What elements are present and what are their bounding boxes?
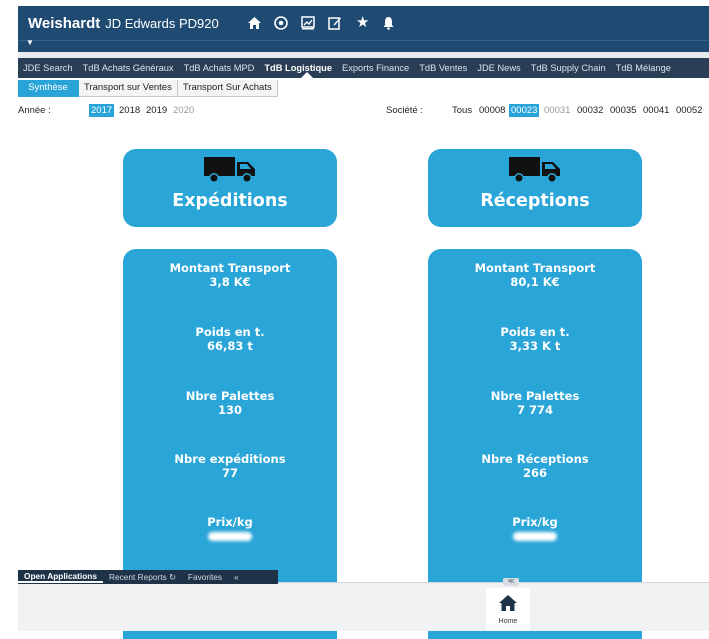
societe-chip-00035[interactable]: 00035 xyxy=(608,104,638,117)
receptions-title: Réceptions xyxy=(480,191,590,211)
header-icons: ★ xyxy=(247,15,398,31)
metric-label: Nbre Palettes xyxy=(490,389,580,403)
expeditions-header-card: Expéditions xyxy=(123,149,337,227)
bottom-dock xyxy=(18,582,709,631)
year-chip-2017[interactable]: 2017 xyxy=(89,104,115,117)
societe-chip-00023[interactable]: 00023 xyxy=(509,104,540,117)
filter-row: Année : 2017 2018 2019 2020 Société : To… xyxy=(18,104,709,118)
metric-poids: Poids en t. 3,33 K t xyxy=(428,325,642,353)
edit-icon[interactable] xyxy=(327,16,344,30)
product-name: JD Edwards PD920 xyxy=(105,15,219,31)
nav-tab-ventes[interactable]: TdB Ventes xyxy=(414,63,472,73)
truck-icon xyxy=(509,157,560,183)
top-header: Weishardt JD Edwards PD920 ★ xyxy=(18,6,709,40)
metric-nbre-expeditions: Nbre expéditions 77 xyxy=(123,452,337,480)
metric-label: Prix/kg xyxy=(512,515,558,529)
metric-value: 130 xyxy=(217,403,242,417)
tab-open-applications[interactable]: Open Applications xyxy=(18,571,103,583)
redacted-value xyxy=(208,532,252,541)
metric-label: Poids en t. xyxy=(195,325,265,339)
societe-chip-00008[interactable]: 00008 xyxy=(477,104,507,117)
receptions-metrics-card: Montant Transport 80,1 K€ Poids en t. 3,… xyxy=(428,249,642,639)
societe-chip-tous[interactable]: Tous xyxy=(450,104,474,117)
societe-chip-00041[interactable]: 00041 xyxy=(641,104,671,117)
home-tile[interactable]: Home xyxy=(486,588,530,630)
metric-prix-kg: Prix/kg xyxy=(123,515,337,541)
metric-label: Nbre expéditions xyxy=(174,452,286,466)
redacted-value xyxy=(513,532,557,541)
societe-chip-00032[interactable]: 00032 xyxy=(575,104,605,117)
metric-value: 266 xyxy=(522,466,547,480)
nav-tab-supply-chain[interactable]: TdB Supply Chain xyxy=(526,63,611,73)
nav-tab-jde-search[interactable]: JDE Search xyxy=(18,63,78,73)
collapse-menu-bar[interactable]: ▼ xyxy=(18,38,709,52)
chart-icon[interactable] xyxy=(300,16,317,30)
clock-icon[interactable] xyxy=(273,16,290,30)
bottom-tabs: Open Applications Recent Reports ↻ Favor… xyxy=(18,570,278,584)
metric-label: Montant Transport xyxy=(169,261,291,275)
collapse-panel-button[interactable]: « xyxy=(228,572,245,582)
metric-label: Prix/kg xyxy=(207,515,253,529)
nav-tab-exports-finance[interactable]: Exports Finance xyxy=(337,63,414,73)
brand-logo[interactable]: Weishardt xyxy=(28,15,100,32)
societe-chip-00052[interactable]: 00052 xyxy=(674,104,704,117)
tab-favorites[interactable]: Favorites xyxy=(182,572,228,582)
home-icon[interactable] xyxy=(247,16,263,30)
metric-prix-kg: Prix/kg xyxy=(428,515,642,541)
year-chip-2018[interactable]: 2018 xyxy=(117,104,142,117)
metric-palettes: Nbre Palettes 7 774 xyxy=(428,389,642,417)
truck-icon xyxy=(204,157,255,183)
metric-value: 80,1 K€ xyxy=(510,275,560,289)
metric-montant-transport: Montant Transport 80,1 K€ xyxy=(428,261,642,289)
metric-poids: Poids en t. 66,83 t xyxy=(123,325,337,353)
nav-tab-achats-mpd[interactable]: TdB Achats MPD xyxy=(179,63,260,73)
nav-tab-melange[interactable]: TdB Mélange xyxy=(611,63,676,73)
nav-tab-achats-generaux[interactable]: TdB Achats Généraux xyxy=(78,63,179,73)
metric-label: Nbre Palettes xyxy=(185,389,275,403)
expeditions-title: Expéditions xyxy=(172,191,288,211)
subtab-synthese[interactable]: Synthèse xyxy=(18,80,79,97)
year-chip-2019[interactable]: 2019 xyxy=(144,104,169,117)
metric-palettes: Nbre Palettes 130 xyxy=(123,389,337,417)
metric-label: Poids en t. xyxy=(500,325,570,339)
receptions-header-card: Réceptions xyxy=(428,149,642,227)
metric-nbre-receptions: Nbre Réceptions 266 xyxy=(428,452,642,480)
bell-icon[interactable] xyxy=(382,16,398,30)
expand-dock-button[interactable]: ≪ xyxy=(503,578,519,586)
metric-label: Montant Transport xyxy=(474,261,596,275)
metric-value: 3,33 K t xyxy=(509,339,561,353)
metric-montant-transport: Montant Transport 3,8 K€ xyxy=(123,261,337,289)
home-icon xyxy=(499,595,517,611)
subtab-transport-ventes[interactable]: Transport sur Ventes xyxy=(79,80,178,97)
dropdown-caret-icon[interactable]: ▼ xyxy=(26,38,34,47)
active-tab-indicator xyxy=(301,72,313,78)
societe-label: Société : xyxy=(386,105,423,116)
tab-recent-reports[interactable]: Recent Reports ↻ xyxy=(103,572,182,582)
metric-value: 7 774 xyxy=(516,403,553,417)
annee-label: Année : xyxy=(18,105,51,116)
year-chip-2020[interactable]: 2020 xyxy=(171,104,196,117)
metric-value: 77 xyxy=(221,466,238,480)
main-nav: JDE Search TdB Achats Généraux TdB Achat… xyxy=(18,58,709,78)
nav-tab-logistique[interactable]: TdB Logistique xyxy=(259,63,337,73)
sub-tabs: Synthèse Transport sur Ventes Transport … xyxy=(18,80,278,97)
metric-value: 3,8 K€ xyxy=(209,275,251,289)
home-label: Home xyxy=(498,618,518,625)
app-window: Weishardt JD Edwards PD920 ★ ▼ JDE Searc… xyxy=(0,0,709,639)
metric-label: Nbre Réceptions xyxy=(481,452,589,466)
societe-chip-00031[interactable]: 00031 xyxy=(542,104,572,117)
refresh-icon[interactable]: ↻ xyxy=(169,572,176,582)
subtab-transport-achats[interactable]: Transport Sur Achats xyxy=(177,80,278,97)
nav-tab-jde-news[interactable]: JDE News xyxy=(472,63,525,73)
tab-label: Recent Reports xyxy=(109,572,167,582)
star-icon[interactable]: ★ xyxy=(355,15,371,31)
metric-value: 66,83 t xyxy=(207,339,253,353)
